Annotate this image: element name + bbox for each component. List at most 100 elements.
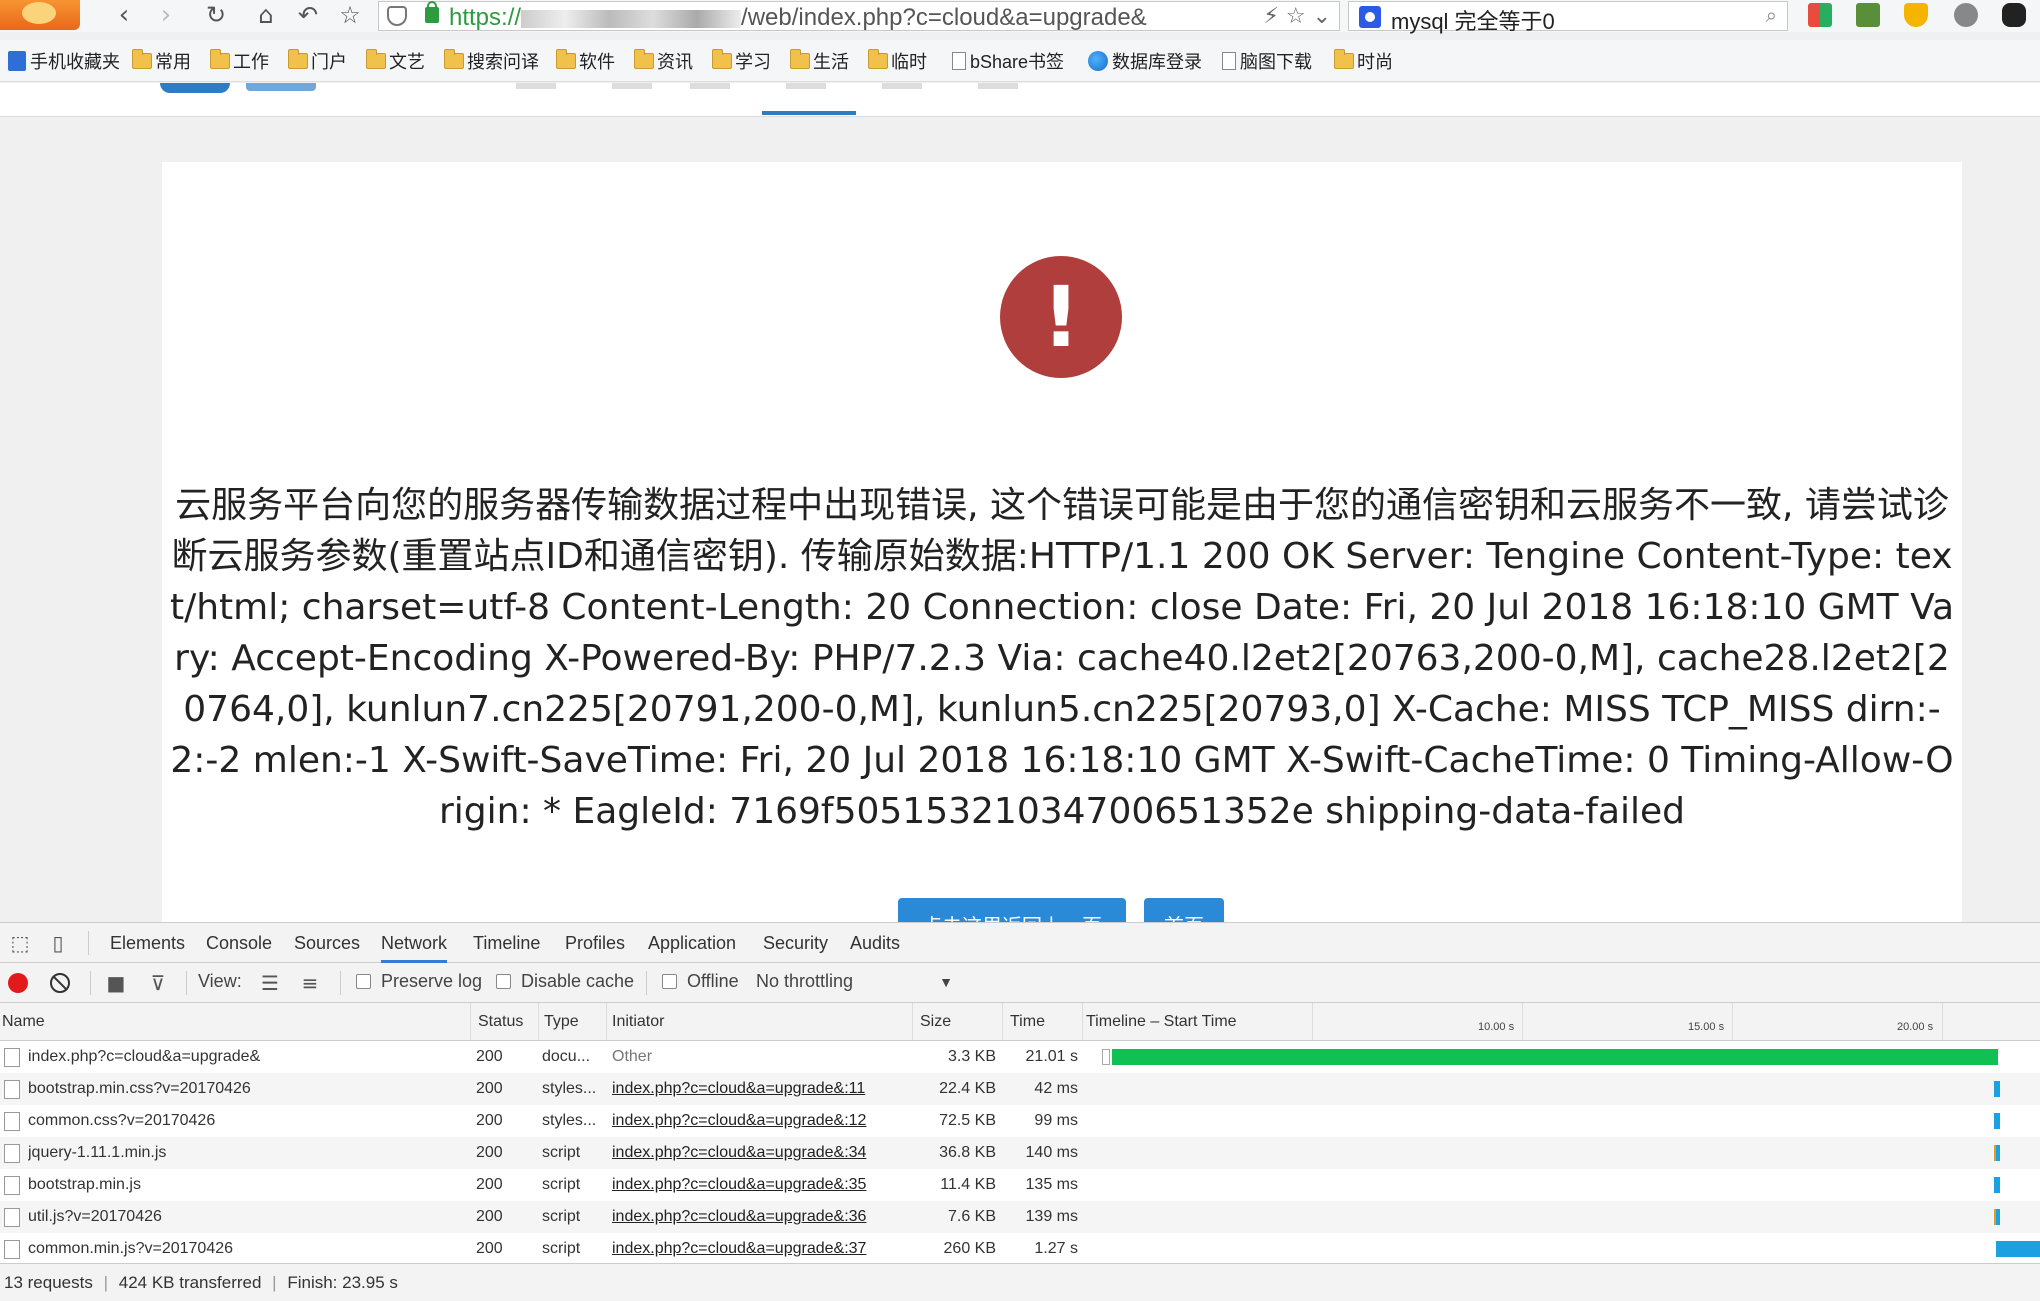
request-initiator[interactable]: index.php?c=cloud&a=upgrade&:37 [612,1233,908,1263]
bookmark-folder[interactable]: 常用 [132,49,191,73]
capture-screenshots-icon[interactable]: ■ [104,971,128,995]
column-size[interactable]: Size [918,1003,951,1041]
timeline-tick: 20.00 s [1897,1021,1934,1033]
request-name[interactable]: bootstrap.min.css?v=20170426 [28,1073,464,1105]
tab-console[interactable]: Console [206,923,272,963]
clear-icon[interactable] [50,973,70,993]
request-initiator[interactable]: index.php?c=cloud&a=upgrade&:11 [612,1073,908,1105]
disable-cache-checkbox[interactable]: Disable cache [496,971,634,992]
column-name[interactable]: Name [0,1003,45,1041]
large-rows-icon[interactable]: ☰ [258,971,282,995]
request-initiator[interactable]: index.php?c=cloud&a=upgrade&:12 [612,1105,908,1137]
bookmark-folder[interactable]: 文艺 [366,49,425,73]
bookmark-folder[interactable]: 资讯 [634,49,693,73]
nav-item[interactable] [690,83,730,89]
request-size: 7.6 KB [947,1208,996,1225]
tab-sources[interactable]: Sources [294,923,360,963]
bookmark-star-icon[interactable]: ☆ [1286,4,1306,29]
search-icon[interactable]: ⌕ [1766,5,1777,28]
column-timeline[interactable]: Timeline – Start Time [1084,1003,1237,1041]
url-text[interactable]: https:// /web/index.php?c=cloud&a=upgrade… [449,4,1147,32]
undo-icon[interactable]: ↶ [290,0,326,30]
network-row[interactable]: util.js?v=20170426 200 script index.php?c=c… [0,1201,2040,1233]
address-bar-actions[interactable]: ⚡ ☆ ⌄ [1263,4,1331,29]
extension-icon[interactable] [1856,3,1880,27]
mask-extension-icon[interactable] [2002,3,2026,27]
timeline-bar [1994,1145,2000,1161]
tab-network[interactable]: Network [381,923,448,963]
tab-elements[interactable]: Elements [110,923,185,963]
column-time[interactable]: Time [1008,1003,1045,1041]
tab-application[interactable]: Application [648,923,736,963]
network-status-bar: 13 requests | 424 KB transferred | Finis… [0,1263,2040,1301]
request-initiator[interactable]: index.php?c=cloud&a=upgrade&:35 [612,1169,908,1201]
filter-icon[interactable]: ⊽ [146,971,170,995]
tab-profiles[interactable]: Profiles [565,923,625,963]
nav-item[interactable] [786,83,826,89]
request-name[interactable]: common.css?v=20170426 [28,1105,464,1137]
search-input[interactable]: mysql 完全等于0 [1391,4,1555,36]
request-name[interactable]: util.js?v=20170426 [28,1201,464,1233]
request-name[interactable]: bootstrap.min.js [28,1169,464,1201]
network-row[interactable]: common.min.js?v=20170426 200 script index.p… [0,1233,2040,1263]
inspect-element-icon[interactable]: ⬚ [8,931,32,955]
search-box[interactable]: mysql 完全等于0 ⌕ [1348,1,1788,34]
network-row[interactable]: jquery-1.11.1.min.js 200 script index.php?c… [0,1137,2040,1169]
back-icon[interactable]: ‹ [106,0,142,30]
device-mode-icon[interactable]: ▯ [46,931,70,955]
column-type[interactable]: Type [542,1003,579,1041]
folder-icon [288,49,308,69]
bookmark-folder[interactable]: 搜索问译 [444,49,539,73]
site-logo[interactable] [160,83,330,97]
bookmark-folder[interactable]: 工作 [210,49,269,73]
favorite-star-icon[interactable]: ☆ [332,0,368,30]
column-initiator[interactable]: Initiator [610,1003,664,1041]
chevron-down-icon[interactable]: ⌄ [1313,4,1331,29]
overview-icon[interactable]: ≡ [298,971,322,995]
column-status[interactable]: Status [476,1003,523,1041]
bookmark-folder[interactable]: 临时 [868,49,927,73]
tab-security[interactable]: Security [763,923,828,963]
request-initiator[interactable]: index.php?c=cloud&a=upgrade&:34 [612,1137,908,1169]
nav-item[interactable] [882,83,922,89]
browser-logo-icon[interactable] [0,0,80,30]
network-row[interactable]: index.php?c=cloud&a=upgrade& 200 docu... Ot… [0,1041,2040,1073]
lock-icon [425,1,439,23]
bookmark-folder[interactable]: 时尚 [1334,49,1393,73]
network-row[interactable]: bootstrap.min.js 200 script index.php?c=clo… [0,1169,2040,1201]
request-name[interactable]: jquery-1.11.1.min.js [28,1137,464,1169]
gear-icon[interactable] [1954,3,1978,27]
bookmark-item[interactable]: 数据库登录 [1088,49,1202,73]
timeline-bar [1994,1081,2000,1097]
tab-timeline[interactable]: Timeline [473,923,540,963]
bookmark-item[interactable]: 手机收藏夹 [8,49,120,73]
forward-icon[interactable]: › [148,0,184,30]
offline-checkbox[interactable]: Offline [662,971,739,992]
nav-item[interactable] [978,83,1018,89]
folder-icon [210,49,230,69]
nav-item[interactable] [612,83,652,89]
shield-extension-icon[interactable] [1904,3,1928,27]
record-icon[interactable] [8,973,28,993]
request-name[interactable]: common.min.js?v=20170426 [28,1233,464,1263]
reload-icon[interactable]: ↻ [198,0,234,30]
bookmark-folder[interactable]: 生活 [790,49,849,73]
folder-icon [132,49,152,69]
request-name[interactable]: index.php?c=cloud&a=upgrade& [28,1041,464,1073]
bookmark-item[interactable]: bShare书签 [952,49,1064,73]
preserve-log-checkbox[interactable]: Preserve log [356,971,482,992]
address-bar[interactable]: https:// /web/index.php?c=cloud&a=upgrade… [378,1,1340,31]
bookmark-folder[interactable]: 软件 [556,49,615,73]
lightning-icon[interactable]: ⚡ [1263,4,1278,29]
bookmark-item[interactable]: 脑图下载 [1222,49,1312,73]
tab-audits[interactable]: Audits [850,923,900,963]
bookmark-folder[interactable]: 学习 [712,49,771,73]
nav-item[interactable] [516,83,556,89]
request-initiator[interactable]: index.php?c=cloud&a=upgrade&:36 [612,1201,908,1233]
home-icon[interactable]: ⌂ [248,0,284,30]
throttling-select[interactable]: No throttling ▼ [756,971,953,992]
bookmark-folder[interactable]: 门户 [288,49,347,73]
network-row[interactable]: bootstrap.min.css?v=20170426 200 styles...… [0,1073,2040,1105]
network-row[interactable]: common.css?v=20170426 200 styles... index.p… [0,1105,2040,1137]
apps-grid-icon[interactable] [1808,3,1832,27]
